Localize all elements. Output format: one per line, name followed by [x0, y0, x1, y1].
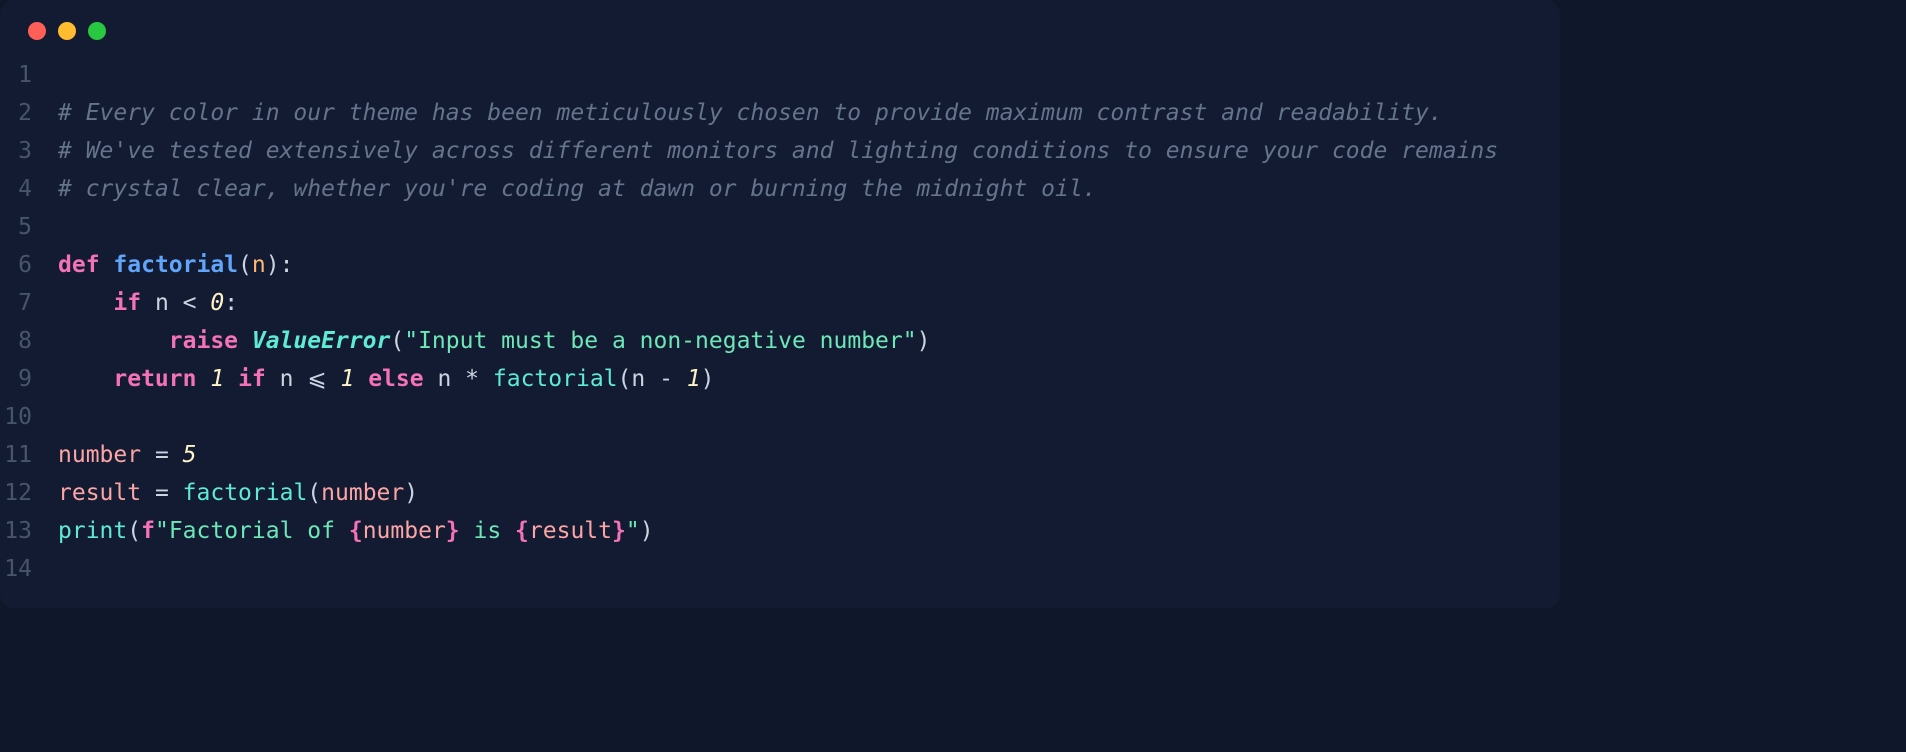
punct-token: : [224, 290, 238, 316]
close-icon[interactable] [28, 22, 46, 40]
number-token: 5 [183, 442, 197, 468]
line-number: 1 [0, 56, 58, 94]
operator-token: ⩽ [307, 366, 326, 392]
number-token: 1 [210, 366, 224, 392]
line-number: 11 [0, 436, 58, 474]
identifier-token: n [631, 366, 645, 392]
function-call-token: factorial [493, 366, 618, 392]
line-number: 13 [0, 512, 58, 550]
code-line: 3 # We've tested extensively across diff… [0, 132, 1560, 170]
punct-token: ( [238, 252, 252, 278]
string-token: "Factorial of [155, 518, 349, 544]
identifier-token: n [280, 366, 294, 392]
operator-token: * [465, 366, 479, 392]
code-line: 7 if n < 0: [0, 284, 1560, 322]
function-call-token: factorial [183, 480, 308, 506]
function-call-token: print [58, 518, 127, 544]
line-number: 3 [0, 132, 58, 170]
variable-token: result [529, 518, 612, 544]
punct-token: ) [640, 518, 654, 544]
punct-token: ) [917, 328, 931, 354]
keyword-token: if [113, 290, 141, 316]
code-line: 1 [0, 56, 1560, 94]
punct-token: ) [404, 480, 418, 506]
line-number: 8 [0, 322, 58, 360]
variable-token: number [58, 442, 141, 468]
fstring-prefix-token: f [141, 518, 155, 544]
code-line: 4 # crystal clear, whether you're coding… [0, 170, 1560, 208]
number-token: 1 [687, 366, 701, 392]
line-number: 12 [0, 474, 58, 512]
code-area[interactable]: 1 2 # Every color in our theme has been … [0, 50, 1560, 588]
param-token: n [252, 252, 266, 278]
line-number: 2 [0, 94, 58, 132]
identifier-token: n [437, 366, 451, 392]
variable-token: result [58, 480, 141, 506]
zoom-icon[interactable] [88, 22, 106, 40]
code-line: 14 [0, 550, 1560, 588]
operator-token: = [155, 442, 169, 468]
punct-token: ) [701, 366, 715, 392]
brace-token: { [515, 518, 529, 544]
code-line: 5 [0, 208, 1560, 246]
operator-token: = [155, 480, 169, 506]
punct-token: ( [307, 480, 321, 506]
code-line: 6 def factorial(n): [0, 246, 1560, 284]
keyword-token: def [58, 252, 100, 278]
editor-window: 1 2 # Every color in our theme has been … [0, 0, 1560, 608]
number-token: 0 [210, 290, 224, 316]
code-line: 9 return 1 if n ⩽ 1 else n * factorial(n… [0, 360, 1560, 398]
line-number: 14 [0, 550, 58, 588]
punct-token: ( [390, 328, 404, 354]
brace-token: } [446, 518, 460, 544]
code-line: 11 number = 5 [0, 436, 1560, 474]
identifier-token: n [155, 290, 169, 316]
variable-token: number [363, 518, 446, 544]
code-line: 2 # Every color in our theme has been me… [0, 94, 1560, 132]
brace-token: } [612, 518, 626, 544]
line-number: 4 [0, 170, 58, 208]
brace-token: { [349, 518, 363, 544]
line-number: 9 [0, 360, 58, 398]
punct-token: ): [266, 252, 294, 278]
punct-token: ( [127, 518, 141, 544]
comment-token: # We've tested extensively across differ… [58, 138, 1498, 164]
string-token: is [460, 518, 515, 544]
string-token: " [626, 518, 640, 544]
code-line: 13 print(f"Factorial of {number} is {res… [0, 512, 1560, 550]
operator-token: < [183, 290, 197, 316]
titlebar [0, 0, 1560, 50]
builtin-token: ValueError [252, 328, 390, 354]
function-def-token: factorial [113, 252, 238, 278]
code-line: 10 [0, 398, 1560, 436]
line-number: 7 [0, 284, 58, 322]
minimize-icon[interactable] [58, 22, 76, 40]
code-line: 8 raise ValueError("Input must be a non-… [0, 322, 1560, 360]
variable-token: number [321, 480, 404, 506]
keyword-token: else [368, 366, 423, 392]
line-number: 6 [0, 246, 58, 284]
punct-token: ( [618, 366, 632, 392]
operator-token: - [659, 366, 673, 392]
code-line: 12 result = factorial(number) [0, 474, 1560, 512]
comment-token: # Every color in our theme has been meti… [58, 100, 1443, 126]
keyword-token: return [113, 366, 196, 392]
number-token: 1 [340, 366, 354, 392]
comment-token: # crystal clear, whether you're coding a… [58, 176, 1097, 202]
keyword-token: raise [169, 328, 238, 354]
line-number: 10 [0, 398, 58, 436]
line-number: 5 [0, 208, 58, 246]
keyword-token: if [238, 366, 266, 392]
string-token: "Input must be a non-negative number" [404, 328, 916, 354]
